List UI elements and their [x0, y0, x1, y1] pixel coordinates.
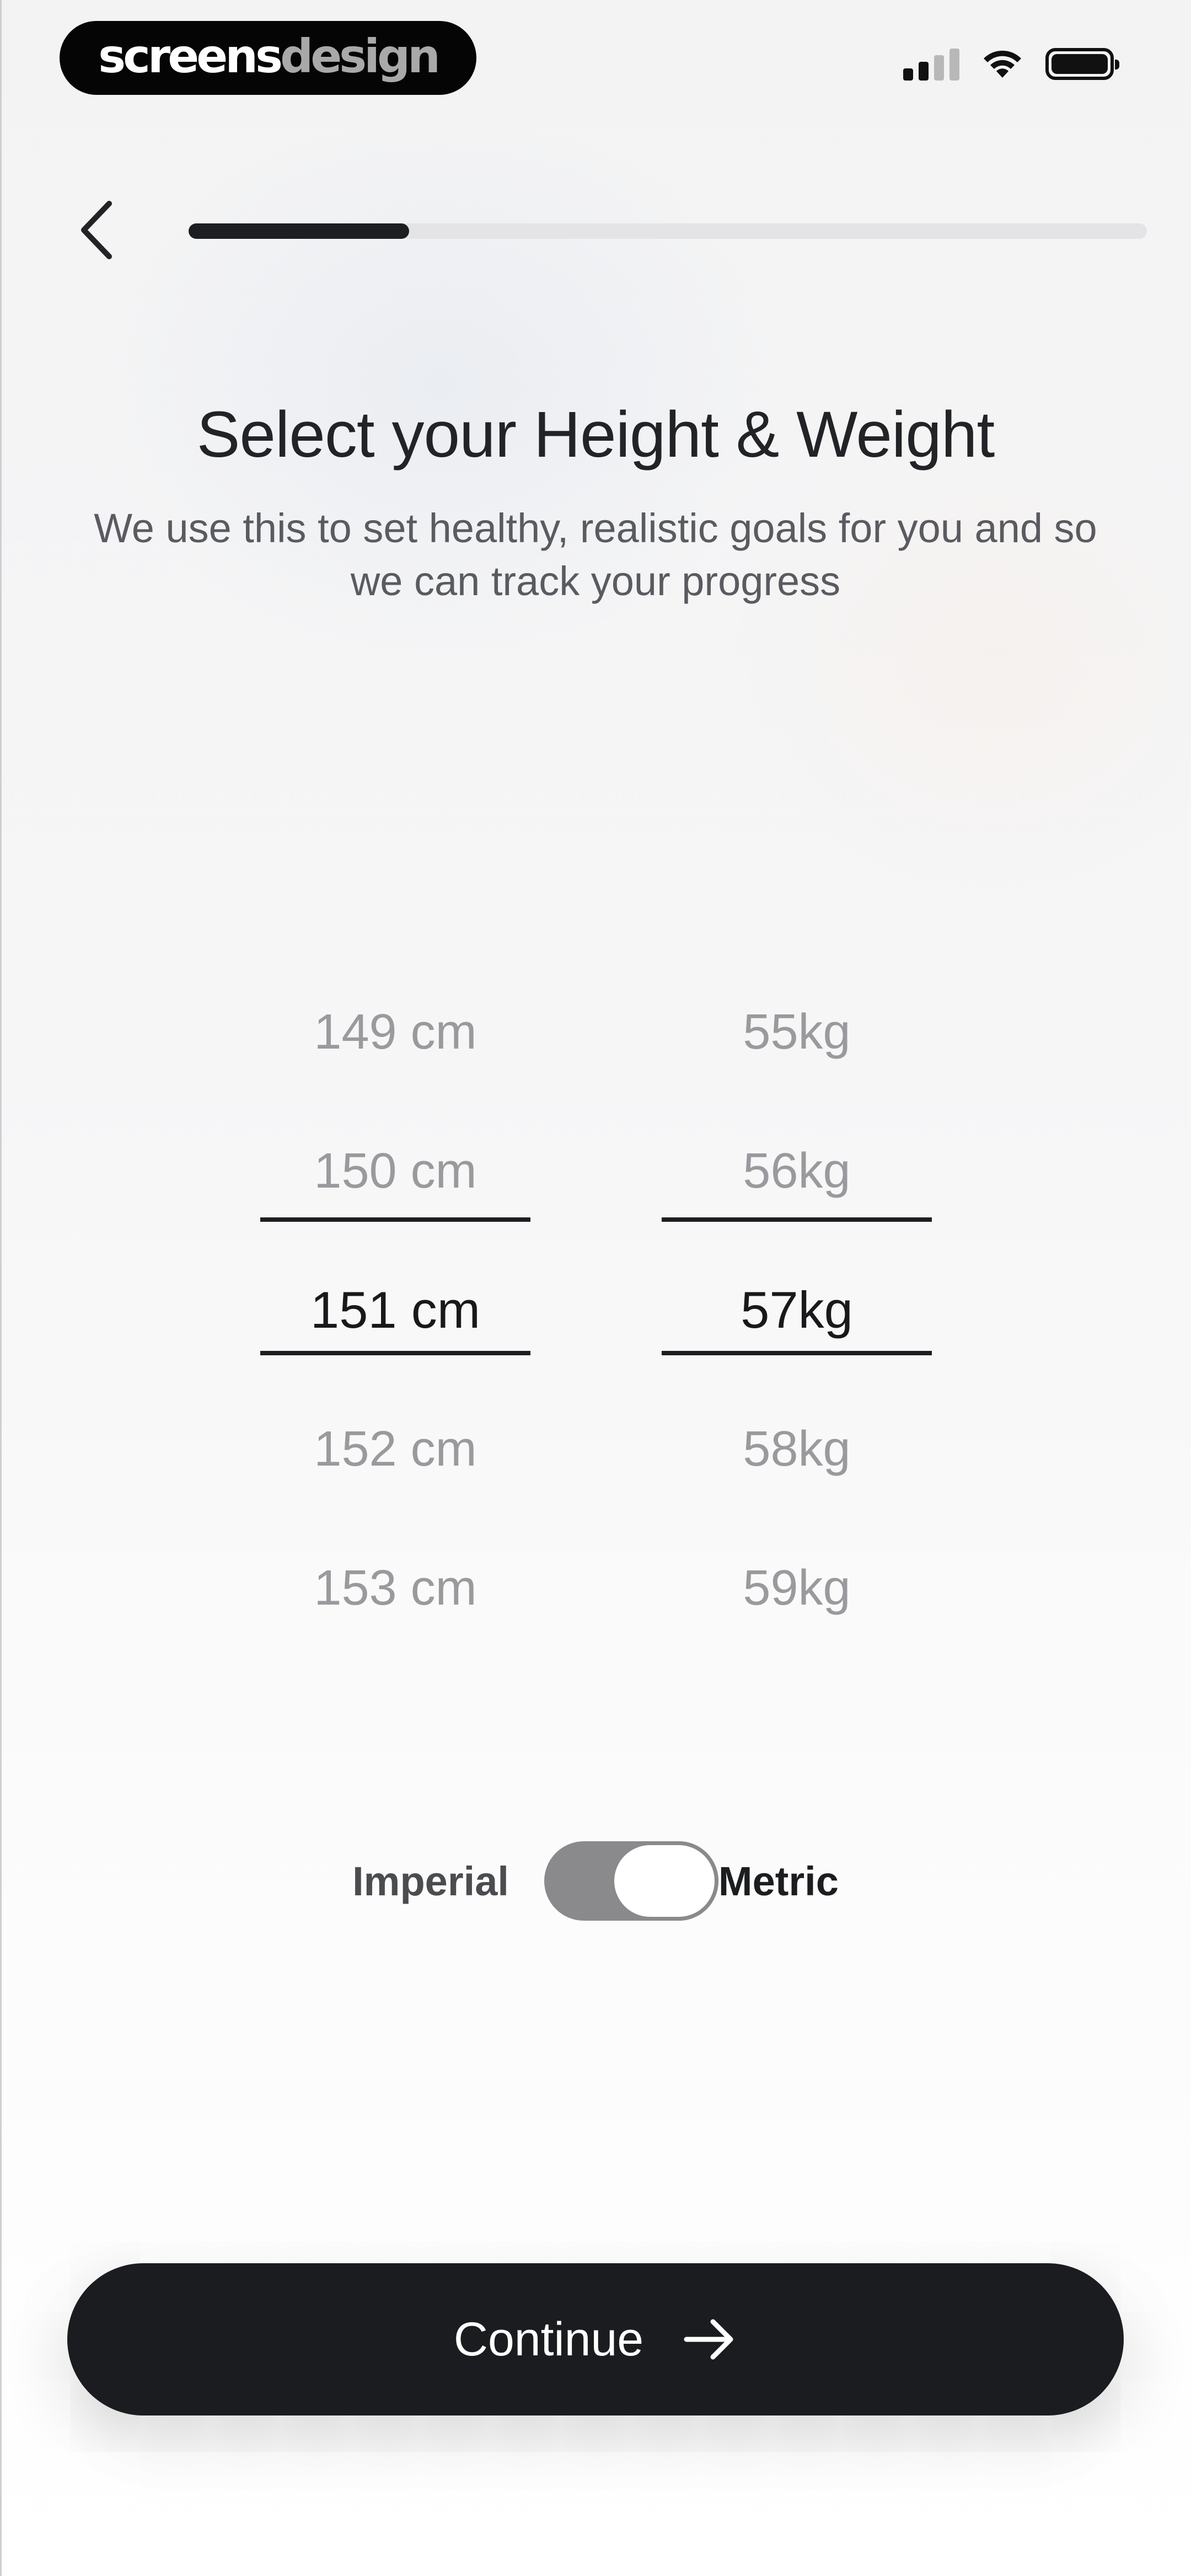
page-title: Select your Height & Weight [196, 398, 995, 471]
weight-option-selected[interactable]: 57kg [662, 1241, 932, 1380]
height-option[interactable]: 152 cm [260, 1380, 530, 1519]
selection-line-top [662, 1217, 932, 1222]
height-option-selected[interactable]: 151 cm [260, 1241, 530, 1380]
brand-badge: screensdesign [60, 21, 476, 95]
weight-option[interactable]: 58kg [662, 1380, 932, 1519]
onboarding-progress-bar [189, 223, 1147, 239]
selection-line-bottom [662, 1351, 932, 1355]
battery-icon [1045, 48, 1119, 80]
wifi-icon [984, 50, 1021, 78]
continue-label: Continue [453, 2312, 644, 2366]
unit-toggle: Imperial Metric [0, 1841, 1191, 1921]
back-button[interactable] [66, 194, 127, 266]
continue-button[interactable]: Continue [67, 2263, 1124, 2415]
signal-icon [903, 47, 959, 81]
metric-label[interactable]: Metric [718, 1858, 839, 1905]
weight-option[interactable]: 59kg [662, 1519, 932, 1658]
brand-part-1: screens [98, 29, 283, 83]
weight-option[interactable]: 55kg [662, 963, 932, 1102]
height-option[interactable]: 153 cm [260, 1519, 530, 1658]
switch-knob [610, 1841, 718, 1921]
selection-line-top [260, 1217, 530, 1222]
imperial-label[interactable]: Imperial [352, 1858, 509, 1905]
page-subtitle: We use this to set healthy, realistic go… [94, 505, 1097, 604]
selection-line-bottom [260, 1351, 530, 1355]
arrow-right-icon [684, 2319, 733, 2360]
screen-edge [0, 0, 2, 2576]
brand-part-2: design [280, 29, 441, 83]
chevron-left-icon [81, 201, 112, 259]
unit-switch[interactable] [544, 1841, 718, 1921]
status-icons [903, 47, 1119, 81]
screen: screensdesign Select your Height & Weigh… [0, 0, 1191, 2576]
progress-fill [189, 223, 409, 239]
height-picker[interactable]: 149 cm 150 cm 151 cm 152 cm 153 cm [260, 963, 530, 1658]
height-option[interactable]: 149 cm [260, 963, 530, 1102]
brand-logo: screensdesign [98, 29, 441, 83]
weight-picker[interactable]: 55kg 56kg 57kg 58kg 59kg [662, 963, 932, 1658]
